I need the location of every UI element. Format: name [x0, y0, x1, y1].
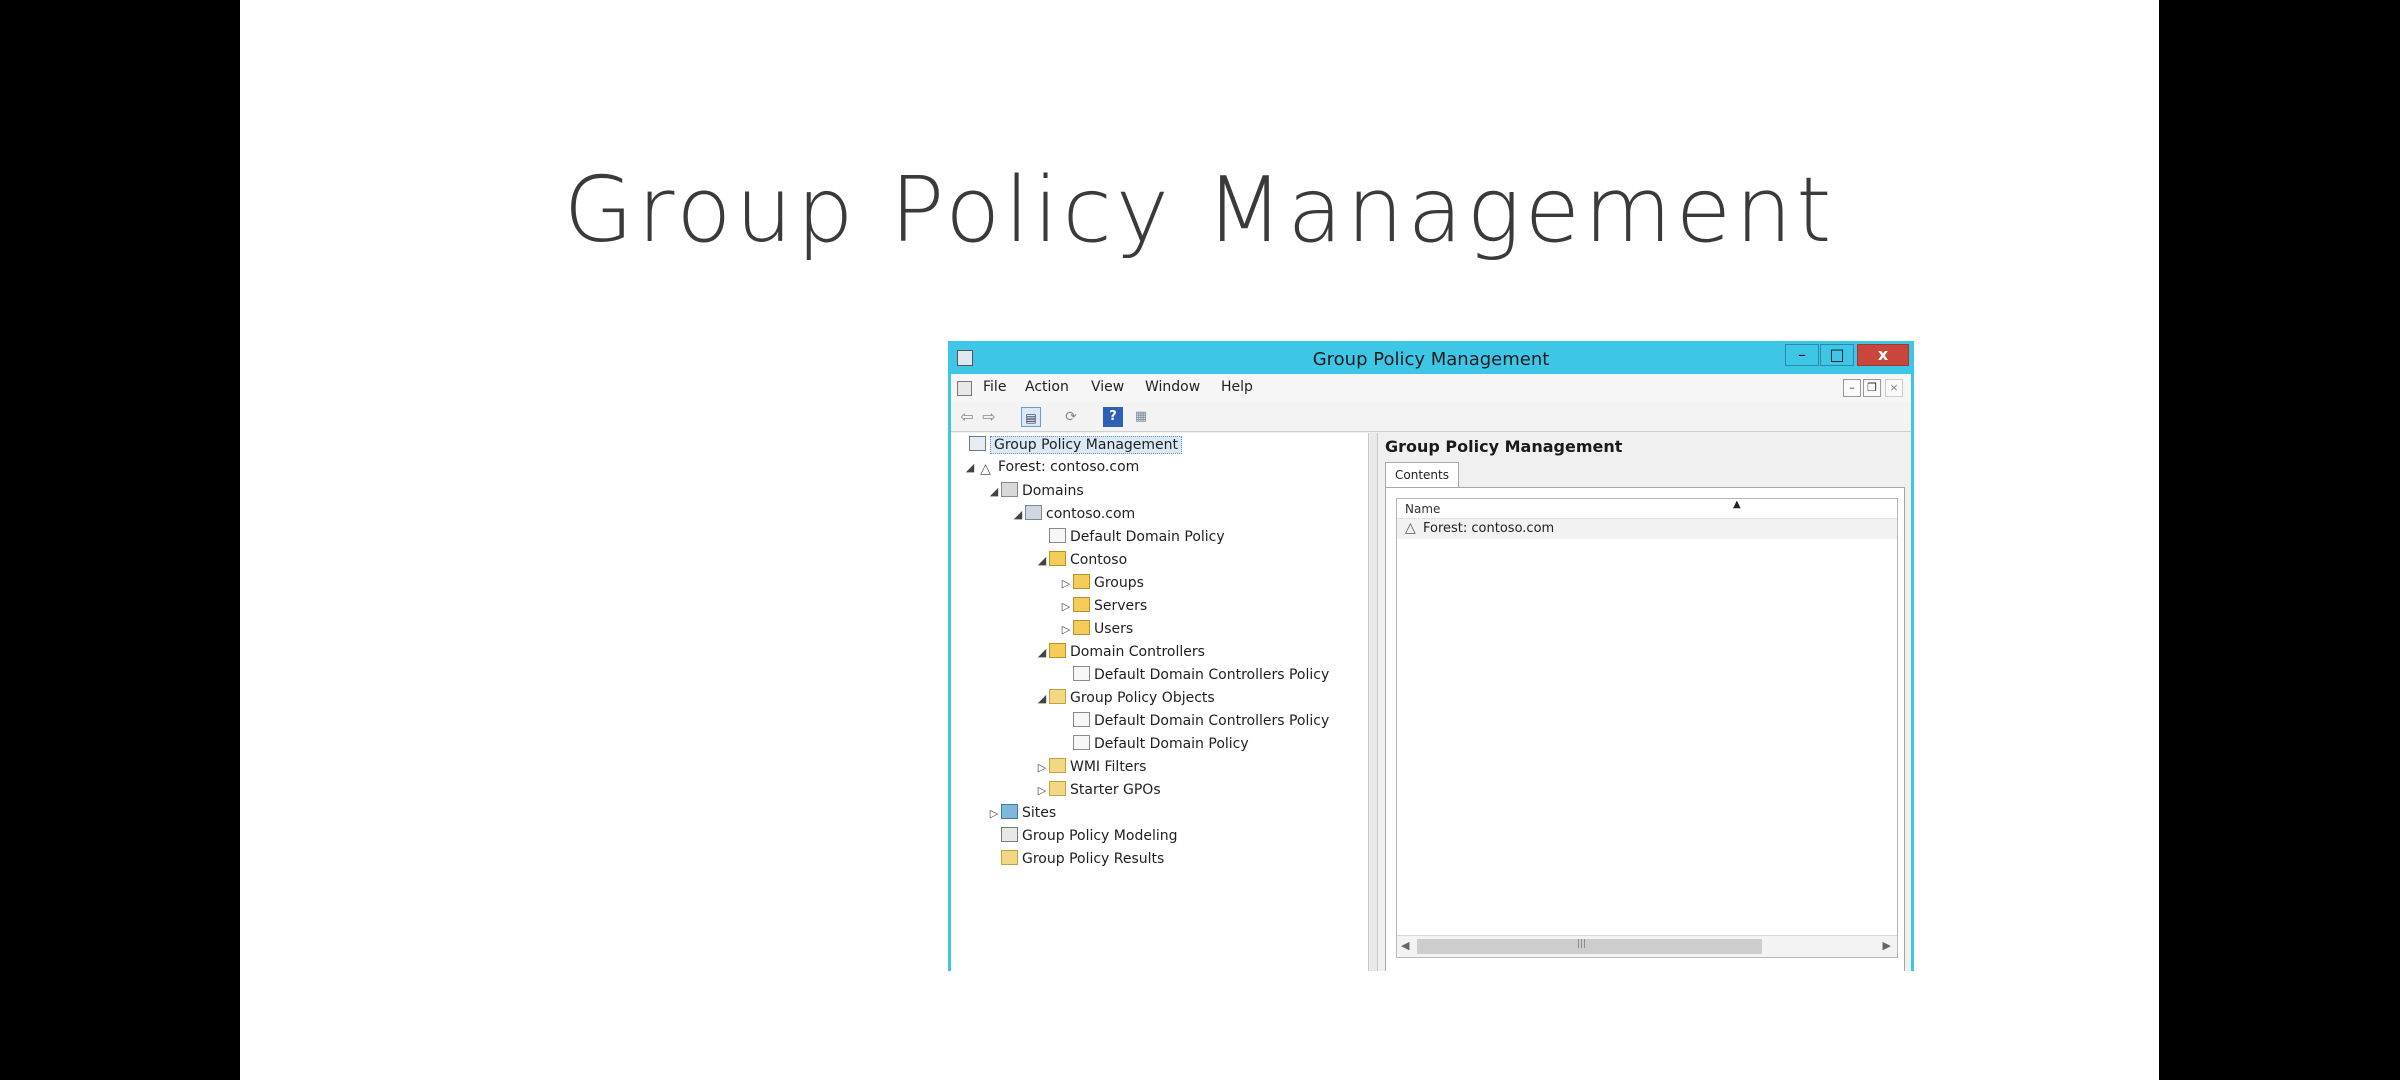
contents-list: Name ▲ △ Forest: contoso.com ◀ ||| ▶	[1396, 498, 1898, 958]
collapsed-arrow-icon[interactable]: ▷	[1059, 623, 1073, 636]
scroll-left-icon[interactable]: ◀	[1401, 939, 1409, 952]
toolbar: ⇦ ⇨ ▤ ⟳ ? ▦	[951, 402, 1911, 432]
close-button[interactable]: x	[1857, 344, 1909, 366]
ou-icon	[1073, 620, 1090, 635]
list-item[interactable]: △ Forest: contoso.com	[1397, 519, 1897, 539]
collapsed-arrow-icon[interactable]: ▷	[1035, 761, 1049, 774]
results-icon	[1001, 850, 1018, 865]
expanded-arrow-icon[interactable]: ◢	[1035, 692, 1049, 705]
list-header: Name ▲	[1397, 499, 1897, 519]
child-restore-icon[interactable]: ❐	[1863, 379, 1881, 397]
gpo-icon	[1073, 712, 1090, 727]
tree-item-default-dc-policy-link[interactable]: Default Domain Controllers Policy	[1059, 666, 1329, 688]
system-menu-icon[interactable]	[957, 381, 972, 396]
pane-splitter[interactable]	[1370, 433, 1378, 971]
title-bar[interactable]: Group Policy Management – □ x	[951, 344, 1911, 374]
scroll-grip-icon: |||	[1577, 939, 1587, 949]
modeling-icon	[1001, 827, 1018, 842]
gpo-link-icon	[1073, 666, 1090, 681]
menu-bar: File Action View Window Help – ❐ ×	[951, 374, 1911, 402]
collapsed-arrow-icon[interactable]: ▷	[987, 807, 1001, 820]
forward-arrow-icon[interactable]: ⇨	[979, 407, 999, 427]
gpo-link-icon	[1049, 528, 1066, 543]
window-title: Group Policy Management	[1312, 349, 1550, 370]
column-header-name[interactable]: Name	[1405, 502, 1440, 516]
console-tree: Group Policy Management ◢ △ Forest: contos…	[951, 433, 1369, 971]
tree-item-users[interactable]: ▷ Users	[1059, 620, 1133, 642]
scroll-right-icon[interactable]: ▶	[1883, 939, 1891, 952]
tree-item-sites[interactable]: ▷ Sites	[987, 804, 1056, 826]
folder-icon	[1049, 758, 1066, 773]
tree-item-groups[interactable]: ▷ Groups	[1059, 574, 1144, 596]
tree-item-servers[interactable]: ▷ Servers	[1059, 597, 1147, 619]
folder-icon	[1049, 781, 1066, 796]
ou-icon	[1049, 643, 1066, 658]
folder-icon	[1049, 689, 1066, 704]
ou-icon	[1073, 597, 1090, 612]
tree-item-wmi-filters[interactable]: ▷ WMI Filters	[1035, 758, 1146, 780]
minimize-button[interactable]: –	[1785, 344, 1819, 366]
tree-item-default-domain-policy[interactable]: Default Domain Policy	[1059, 735, 1249, 757]
menu-action[interactable]: Action	[1025, 379, 1069, 395]
forest-icon: △	[980, 461, 991, 477]
help-icon[interactable]: ?	[1103, 407, 1123, 427]
forest-icon: △	[1405, 520, 1416, 536]
content-title: Group Policy Management	[1385, 437, 1623, 456]
tree-item-group-policy-results[interactable]: Group Policy Results	[987, 850, 1164, 872]
tree-item-default-dc-policy[interactable]: Default Domain Controllers Policy	[1059, 712, 1329, 734]
expanded-arrow-icon[interactable]: ◢	[1011, 508, 1025, 521]
tree-item-group-policy-modeling[interactable]: Group Policy Modeling	[987, 827, 1177, 849]
menu-view[interactable]: View	[1091, 379, 1124, 395]
expanded-arrow-icon[interactable]: ◢	[1035, 554, 1049, 567]
domain-icon	[1025, 505, 1042, 520]
ou-icon	[1049, 551, 1066, 566]
back-arrow-icon[interactable]: ⇦	[957, 407, 977, 427]
menu-file[interactable]: File	[983, 379, 1006, 395]
tree-item-contoso-ou[interactable]: ◢ Contoso	[1035, 551, 1127, 573]
tree-item-forest[interactable]: ◢ △ Forest: contoso.com	[963, 459, 1140, 481]
child-close-icon[interactable]: ×	[1885, 379, 1903, 397]
slide-title: Group Policy Management	[563, 158, 1836, 263]
domains-icon	[1001, 482, 1018, 497]
expanded-arrow-icon[interactable]: ◢	[963, 461, 977, 474]
tab-panel: Name ▲ △ Forest: contoso.com ◀ ||| ▶	[1385, 487, 1905, 971]
tree-item-domains[interactable]: ◢ Domains	[987, 482, 1084, 504]
collapsed-arrow-icon[interactable]: ▷	[1035, 784, 1049, 797]
expanded-arrow-icon[interactable]: ◢	[1035, 646, 1049, 659]
tree-item-starter-gpos[interactable]: ▷ Starter GPOs	[1035, 781, 1161, 803]
grid-view-icon[interactable]: ▦	[1131, 407, 1151, 427]
expanded-arrow-icon[interactable]: ◢	[987, 485, 1001, 498]
refresh-icon[interactable]: ⟳	[1061, 407, 1081, 427]
tree-item-domain-controllers[interactable]: ◢ Domain Controllers	[1035, 643, 1205, 665]
content-pane: Group Policy Management Contents Name ▲ …	[1379, 433, 1911, 971]
horizontal-scrollbar[interactable]: ◀ ||| ▶	[1397, 935, 1897, 957]
sort-arrow-icon: ▲	[1733, 499, 1741, 510]
scrollbar-thumb[interactable]	[1417, 939, 1762, 954]
collapsed-arrow-icon[interactable]: ▷	[1059, 600, 1073, 613]
tree-item-group-policy-management[interactable]: Group Policy Management	[955, 436, 1183, 458]
tree-item-default-domain-policy-link[interactable]: Default Domain Policy	[1035, 528, 1225, 550]
tab-contents[interactable]: Contents	[1385, 462, 1459, 488]
child-minimize-icon[interactable]: –	[1843, 379, 1861, 397]
maximize-button[interactable]: □	[1820, 344, 1854, 366]
gpmc-window: Group Policy Management – □ x File Actio…	[948, 341, 1914, 971]
menu-help[interactable]: Help	[1221, 379, 1253, 395]
tree-item-contoso-com[interactable]: ◢ contoso.com	[1011, 505, 1135, 527]
sites-icon	[1001, 804, 1018, 819]
console-tree-icon[interactable]: ▤	[1021, 407, 1041, 427]
slide: Group Policy Management Group Policy Man…	[240, 0, 2159, 1080]
tree-item-group-policy-objects[interactable]: ◢ Group Policy Objects	[1035, 689, 1215, 711]
ou-icon	[1073, 574, 1090, 589]
collapsed-arrow-icon[interactable]: ▷	[1059, 577, 1073, 590]
menu-window[interactable]: Window	[1145, 379, 1200, 395]
console-icon	[969, 436, 986, 451]
gpo-icon	[1073, 735, 1090, 750]
